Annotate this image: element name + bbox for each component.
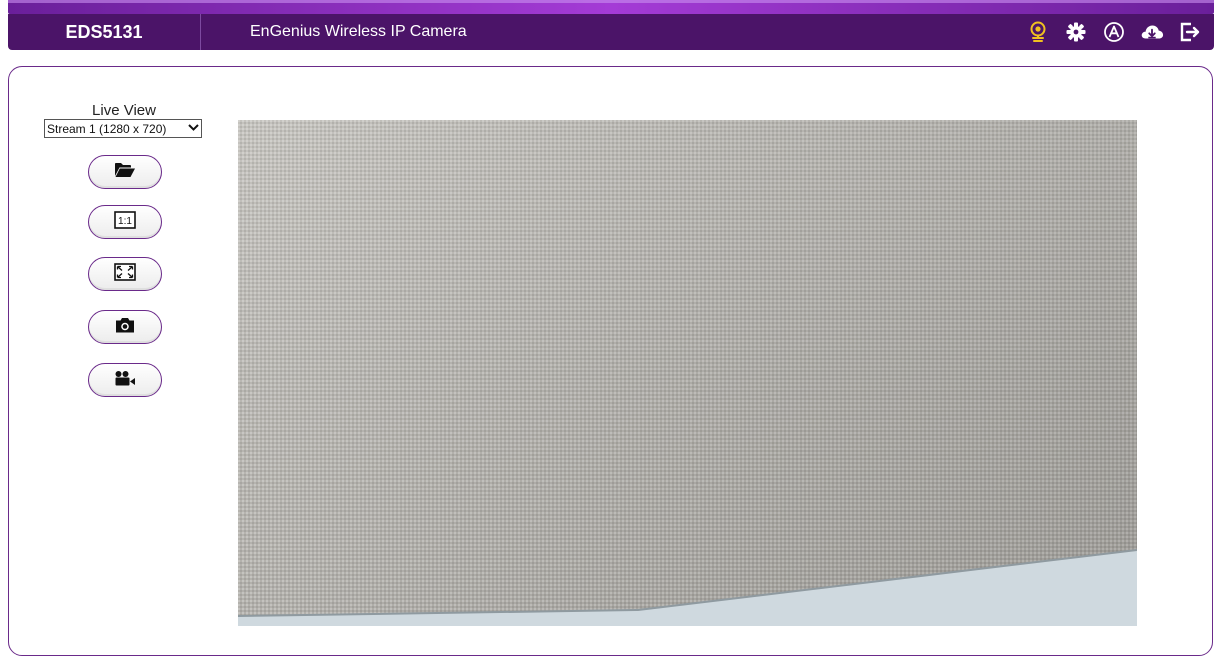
- main-panel: Live View Stream 1 (1280 x 720) 1:1: [8, 66, 1213, 656]
- camera-icon: [114, 316, 136, 339]
- chevron-down-icon: [188, 121, 199, 135]
- open-folder-button[interactable]: [88, 155, 162, 189]
- folder-open-icon: [114, 162, 136, 183]
- header-icons: [1026, 14, 1202, 50]
- webcam-icon[interactable]: [1026, 20, 1050, 44]
- device-name: EDS5131: [8, 14, 201, 50]
- logout-icon[interactable]: [1178, 20, 1202, 44]
- cloud-download-icon[interactable]: [1140, 20, 1164, 44]
- gear-icon[interactable]: [1064, 20, 1088, 44]
- video-record-icon: [113, 369, 137, 392]
- stream-select-value: Stream 1 (1280 x 720): [47, 121, 167, 136]
- ratio-1-1-icon: 1:1: [114, 210, 136, 234]
- app-title: EnGenius Wireless IP Camera: [250, 23, 467, 40]
- video-window-edge: [238, 549, 1137, 626]
- live-view-label: Live View: [92, 102, 156, 119]
- fullscreen-button[interactable]: [88, 257, 162, 291]
- top-accent-strip: [8, 0, 1214, 14]
- ratio-label: 1:1: [118, 216, 132, 227]
- snapshot-button[interactable]: [88, 310, 162, 344]
- original-size-button[interactable]: 1:1: [88, 205, 162, 239]
- header: EDS5131 EnGenius Wireless IP Camera: [8, 14, 1214, 50]
- top-bar: EDS5131 EnGenius Wireless IP Camera: [0, 0, 1228, 50]
- stream-select[interactable]: Stream 1 (1280 x 720): [44, 119, 202, 138]
- expand-icon: [114, 262, 136, 286]
- admin-icon[interactable]: [1102, 20, 1126, 44]
- live-video-feed[interactable]: [238, 120, 1137, 626]
- record-button[interactable]: [88, 363, 162, 397]
